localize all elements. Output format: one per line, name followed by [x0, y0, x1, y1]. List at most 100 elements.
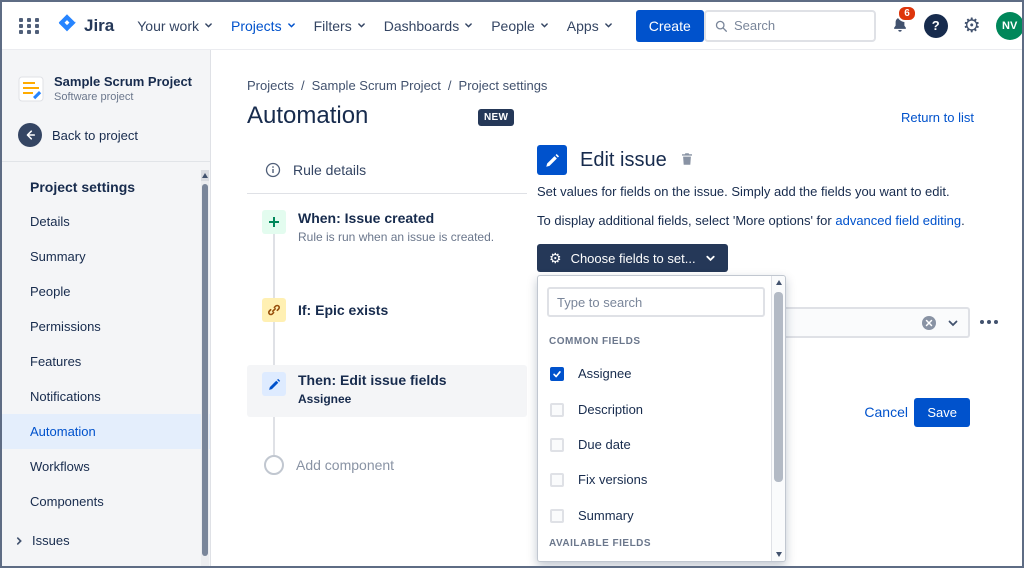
project-sidebar: Sample Scrum Project Software project Ba… — [2, 50, 211, 566]
checkbox-icon[interactable] — [550, 437, 564, 452]
project-name: Sample Scrum Project — [54, 74, 192, 89]
delete-action-button[interactable] — [680, 150, 694, 171]
back-to-project[interactable]: Back to project — [2, 115, 210, 161]
chevron-down-icon — [205, 23, 212, 28]
nav-your-work[interactable]: Your work — [128, 12, 222, 40]
field-option-description[interactable]: Description — [550, 402, 643, 417]
info-icon — [265, 162, 281, 178]
breadcrumb-separator: / — [447, 78, 452, 93]
breadcrumb: Projects / Sample Scrum Project / Projec… — [247, 78, 547, 93]
jira-logo[interactable]: Jira — [56, 12, 114, 39]
sidebar-item-automation[interactable]: Automation — [2, 414, 210, 449]
available-fields-header: AVAILABLE FIELDS — [549, 538, 652, 549]
trash-icon — [681, 152, 692, 165]
edit-pencil-icon — [537, 145, 567, 175]
create-button[interactable]: Create — [635, 9, 704, 42]
breadcrumb-project[interactable]: Sample Scrum Project — [312, 78, 441, 93]
field-option-assignee[interactable]: Assignee — [550, 366, 631, 381]
advanced-field-editing-link[interactable]: advanced field editing — [835, 213, 961, 228]
sidebar-scrollbar-thumb[interactable] — [202, 184, 208, 556]
edit-issue-header: Edit issue — [537, 145, 694, 175]
sidebar-item-people[interactable]: People — [2, 274, 210, 309]
rule-connector-line — [273, 218, 275, 465]
dropdown-scrollbar-thumb[interactable] — [774, 292, 783, 482]
checkbox-icon[interactable] — [550, 508, 564, 523]
rule-step-trigger[interactable]: When: Issue created Rule is run when an … — [262, 210, 494, 244]
link-condition-icon — [262, 298, 286, 322]
field-option-fix-versions[interactable]: Fix versions — [550, 472, 647, 487]
cancel-button[interactable]: Cancel — [864, 404, 908, 420]
help-button[interactable]: ? — [923, 13, 948, 38]
sidebar-item-issues[interactable]: Issues — [2, 523, 210, 558]
breadcrumb-projects[interactable]: Projects — [247, 78, 294, 93]
nav-apps[interactable]: Apps — [558, 12, 622, 40]
sidebar-item-notifications[interactable]: Notifications — [2, 379, 210, 414]
user-avatar[interactable]: NV — [995, 11, 1022, 40]
project-header: Sample Scrum Project Software project — [2, 50, 210, 115]
nav-dashboards[interactable]: Dashboards — [375, 12, 483, 40]
app-switcher-icon[interactable] — [14, 13, 46, 39]
chevron-down-icon — [604, 23, 612, 28]
checkbox-checked-icon[interactable] — [550, 366, 564, 381]
chevron-down-icon[interactable] — [947, 317, 959, 329]
common-fields-header: COMMON FIELDS — [549, 336, 641, 347]
sidebar-item-features[interactable]: Features — [2, 344, 210, 379]
notifications-button[interactable]: 6 — [891, 4, 917, 39]
edit-issue-description: Set values for fields on the issue. Simp… — [537, 184, 950, 199]
search-icon — [715, 20, 727, 32]
sidebar-item-workflows[interactable]: Workflows — [2, 449, 210, 484]
sidebar-item-components[interactable]: Components — [2, 484, 210, 519]
back-arrow-icon — [18, 123, 42, 147]
field-option-summary[interactable]: Summary — [550, 508, 634, 523]
checkbox-icon[interactable] — [550, 402, 564, 417]
edit-issue-title: Edit issue — [580, 148, 667, 171]
scroll-up-arrow-icon[interactable] — [772, 276, 785, 289]
clear-icon[interactable] — [921, 315, 937, 331]
sidebar-scrollbar[interactable] — [201, 170, 209, 566]
add-component-row[interactable]: Add component — [264, 455, 394, 475]
sidebar-item-details[interactable]: Details — [2, 204, 210, 239]
topbar: Jira Your work Projects Filters Dashboar… — [2, 2, 1022, 50]
chevron-right-icon — [16, 536, 22, 545]
global-search — [703, 9, 876, 42]
chevron-down-icon — [287, 23, 295, 28]
page-title: Automation — [247, 102, 369, 129]
settings-gear-icon[interactable]: ⚙ — [963, 16, 981, 36]
checkbox-icon[interactable] — [550, 472, 564, 487]
rule-details-row[interactable]: Rule details — [265, 162, 366, 178]
edit-issue-more-info: To display additional fields, select 'Mo… — [537, 213, 965, 228]
primary-nav: Your work Projects Filters Dashboards Pe… — [128, 12, 621, 40]
scroll-down-arrow-icon[interactable] — [772, 548, 785, 561]
scroll-up-arrow-icon[interactable] — [201, 170, 209, 181]
rule-step-action[interactable]: Then: Edit issue fields Assignee — [262, 372, 447, 406]
search-input[interactable] — [733, 18, 865, 33]
more-options-icon[interactable] — [976, 316, 1002, 328]
nav-projects[interactable]: Projects — [222, 12, 305, 40]
gear-icon: ⚙ — [549, 250, 562, 266]
rule-divider — [247, 193, 527, 194]
breadcrumb-settings[interactable]: Project settings — [459, 78, 548, 93]
choose-fields-button[interactable]: ⚙ Choose fields to set... — [537, 244, 728, 272]
project-type: Software project — [54, 91, 134, 103]
dropdown-search-input[interactable] — [547, 287, 765, 317]
chevron-down-icon — [705, 255, 715, 261]
new-badge: NEW — [478, 109, 515, 126]
save-button[interactable]: Save — [914, 398, 970, 427]
rule-step-condition[interactable]: If: Epic exists — [262, 298, 388, 322]
empty-circle-icon — [264, 455, 284, 475]
sidebar-item-permissions[interactable]: Permissions — [2, 309, 210, 344]
app-name: Jira — [84, 15, 115, 35]
field-option-due-date[interactable]: Due date — [550, 437, 631, 452]
plus-trigger-icon — [262, 210, 286, 234]
return-to-list-link[interactable]: Return to list — [901, 110, 974, 125]
chevron-down-icon — [465, 23, 473, 28]
nav-people[interactable]: People — [482, 12, 558, 40]
fields-dropdown: COMMON FIELDS Assignee Description Due d… — [537, 275, 786, 562]
sidebar-item-summary[interactable]: Summary — [2, 239, 210, 274]
nav-filters[interactable]: Filters — [305, 12, 375, 40]
chevron-down-icon — [540, 23, 548, 28]
dropdown-scrollbar[interactable] — [771, 276, 785, 561]
topbar-actions: 6 ? ⚙ NV — [703, 4, 1022, 42]
jira-window: Jira Your work Projects Filters Dashboar… — [0, 0, 1024, 568]
project-avatar-icon — [18, 76, 44, 101]
